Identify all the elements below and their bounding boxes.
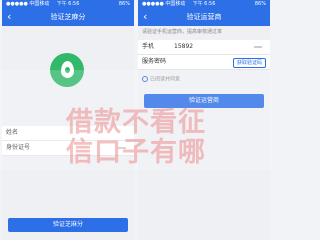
status-time: 下午 6:56: [56, 1, 80, 7]
get-code-button[interactable]: 获取验证码: [232, 58, 266, 68]
status-bar: ●●●●● 中国移动 下午 6:56 86%: [2, 0, 134, 9]
nav-bar: ‹ 验证芝麻分: [2, 9, 134, 26]
nav-bar: ‹ 验证运营商: [138, 9, 270, 26]
battery-label: 86%: [254, 1, 266, 7]
phone-field[interactable]: 手机 15892: [138, 40, 270, 55]
page-title: 验证运营商: [186, 13, 222, 21]
status-bar: ●●●●● 中国移动 下午 6:56 86%: [138, 0, 270, 9]
masked-value: [254, 46, 262, 48]
watermark-text: 借款不看征: [66, 107, 206, 138]
battery-label: 86%: [118, 1, 130, 7]
carrier-hint: 请验证手机运营商，提高审核通过率: [142, 29, 223, 35]
page-title: 验证芝麻分: [50, 13, 86, 21]
phone-input[interactable]: 15892: [174, 40, 193, 54]
service-password-field[interactable]: 服务密码 获取验证码: [138, 55, 270, 70]
phone-label: 手机: [142, 43, 155, 50]
status-time: 下午 6:56: [192, 1, 216, 7]
watermark-text: 信口子有哪: [66, 137, 206, 168]
service-password-label: 服务密码: [142, 58, 167, 65]
carrier-form: 手机 15892 服务密码 获取验证码: [138, 40, 270, 70]
verify-sesame-button[interactable]: 验证芝麻分: [8, 218, 128, 232]
